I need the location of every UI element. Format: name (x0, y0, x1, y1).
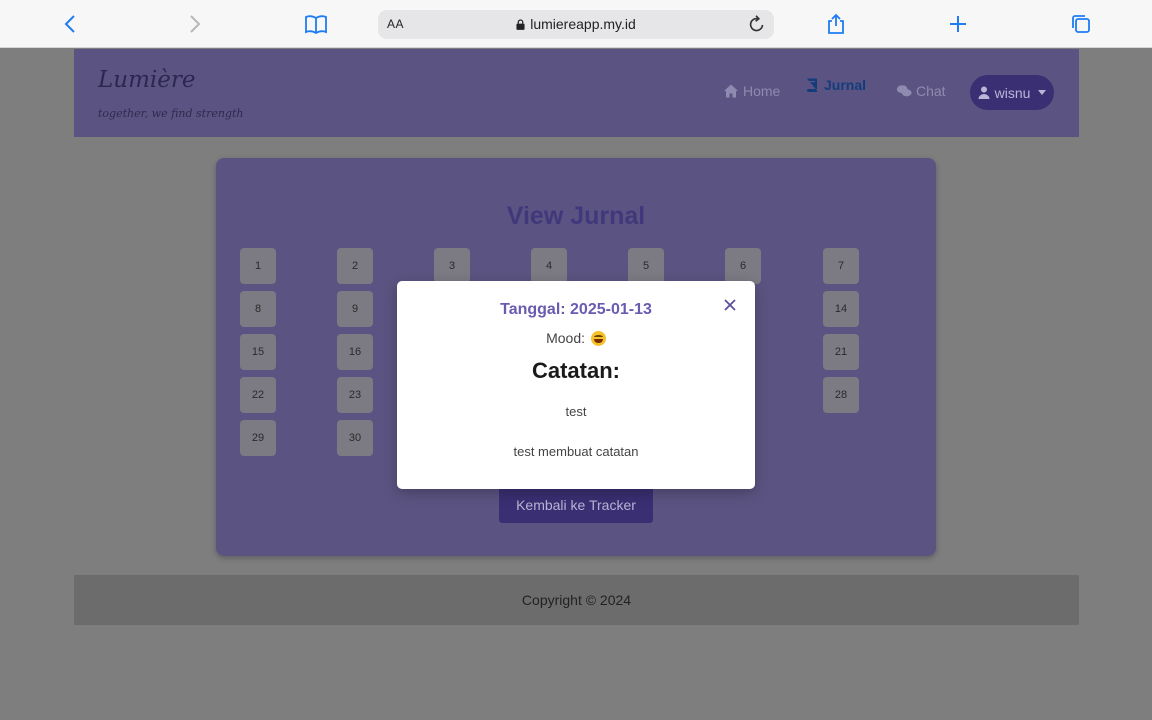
browser-toolbar: AA lumiereapp.my.id (0, 0, 1152, 48)
book-icon (807, 78, 817, 92)
copyright-text: Copyright © 2024 (521, 592, 632, 608)
user-dropdown-button[interactable]: wisnu (970, 75, 1054, 110)
day-button[interactable]: 14 (823, 291, 859, 327)
lock-icon (516, 19, 525, 30)
nav-item-jurnal[interactable]: Jurnal (804, 77, 866, 93)
day-button[interactable]: 8 (240, 291, 276, 327)
grinning-face-icon (590, 331, 606, 346)
user-name: wisnu (994, 84, 1031, 101)
chevron-down-icon (1038, 90, 1047, 95)
back-nav-icon[interactable] (57, 10, 85, 38)
entry-date: Tanggal: 2025-01-13 (500, 301, 652, 318)
day-button[interactable]: 16 (337, 334, 373, 370)
day-button[interactable]: 9 (337, 291, 373, 327)
notes-heading: Catatan: (531, 358, 620, 383)
entry-title: test (565, 404, 587, 419)
entry-note: test membuat catatan (513, 444, 639, 459)
day-button[interactable]: 5 (628, 248, 664, 284)
day-button[interactable]: 3 (434, 248, 470, 284)
entry-mood: Mood: (397, 330, 755, 346)
nav-label-jurnal: Jurnal (824, 77, 867, 93)
site-footer: Copyright © 2024 (74, 575, 1079, 625)
day-button[interactable]: 15 (240, 334, 276, 370)
day-button[interactable]: 2 (337, 248, 373, 284)
page-title: View Jurnal (506, 202, 646, 230)
day-button[interactable]: 7 (823, 248, 859, 284)
day-button[interactable]: 28 (823, 377, 859, 413)
nav-item-home[interactable]: Home (723, 83, 780, 99)
mood-label: Mood: (546, 330, 586, 346)
nav-item-chat[interactable]: Chat (896, 83, 946, 99)
nav-label-home: Home (743, 83, 781, 99)
tabs-overview-icon[interactable] (1067, 10, 1095, 38)
address-bar[interactable]: AA lumiereapp.my.id (378, 10, 774, 39)
reload-icon[interactable] (746, 13, 768, 35)
site-navbar: Lumière together, we find strength Home … (74, 49, 1079, 137)
chat-icon (896, 85, 912, 97)
day-button[interactable]: 30 (337, 420, 373, 456)
user-icon (978, 86, 990, 99)
brand-logo[interactable]: Lumière (98, 67, 195, 93)
new-tab-icon[interactable] (944, 10, 972, 38)
day-button[interactable]: 21 (823, 334, 859, 370)
day-button[interactable]: 6 (725, 248, 761, 284)
url-display[interactable]: lumiereapp.my.id (378, 16, 774, 32)
day-button[interactable]: 4 (531, 248, 567, 284)
home-icon (724, 84, 738, 98)
journal-entry-modal: Tanggal: 2025-01-13 Mood: Catatan: test … (397, 281, 755, 489)
day-button[interactable]: 29 (240, 420, 276, 456)
share-icon[interactable] (822, 10, 850, 38)
day-button[interactable]: 1 (240, 248, 276, 284)
back-to-tracker-button[interactable]: Kembali ke Tracker (499, 487, 653, 523)
day-button[interactable]: 23 (337, 377, 373, 413)
day-button[interactable]: 22 (240, 377, 276, 413)
nav-label-chat: Chat (916, 83, 946, 99)
brand-tagline: together, we find strength (98, 107, 244, 120)
forward-nav-icon[interactable] (180, 10, 208, 38)
bookmarks-icon[interactable] (302, 10, 330, 38)
url-text: lumiereapp.my.id (530, 16, 636, 32)
